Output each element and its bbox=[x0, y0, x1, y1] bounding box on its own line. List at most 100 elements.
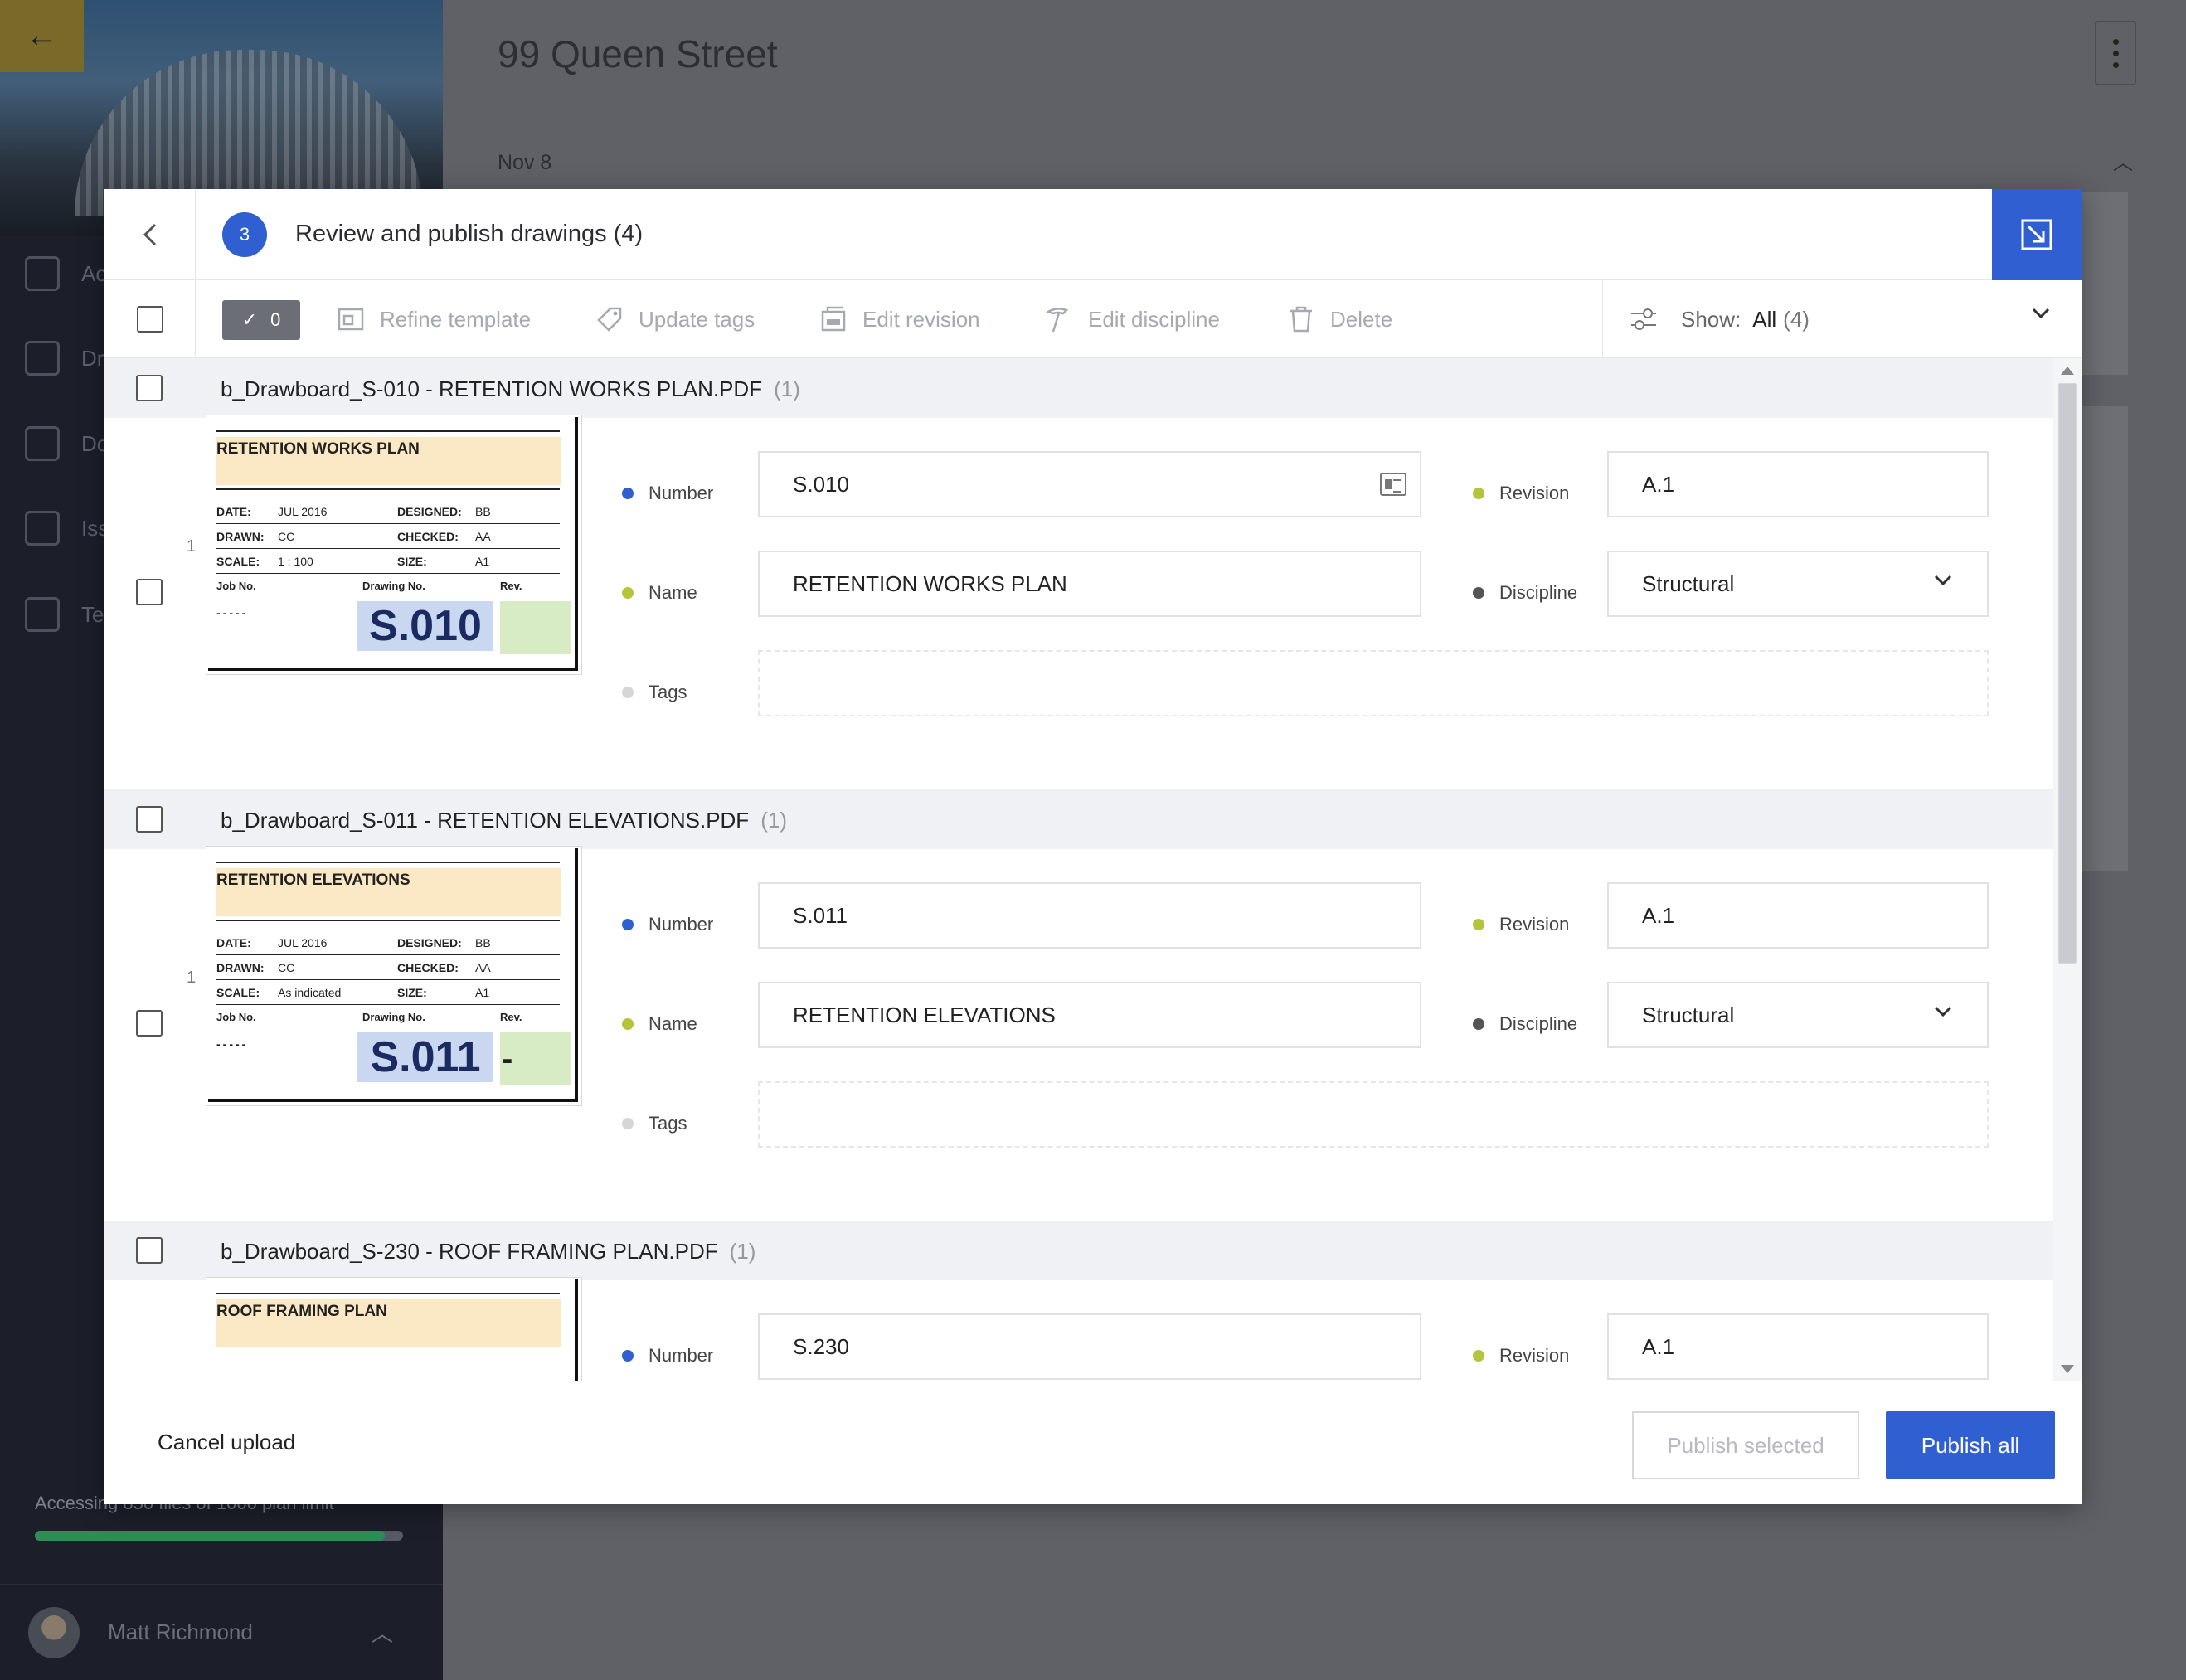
selected-count-badge: ✓ 0 bbox=[222, 300, 300, 340]
tags-dot bbox=[622, 687, 634, 698]
number-input[interactable]: S.230 bbox=[758, 1313, 1421, 1380]
scroll-down-icon[interactable] bbox=[2061, 1365, 2074, 1373]
update-tags-button[interactable]: Update tags bbox=[595, 280, 755, 358]
bulk-toolbar: ✓ 0 Refine template Update tags Edit revi… bbox=[104, 280, 2082, 358]
drawing-thumbnail[interactable]: RETENTION ELEVATIONS DATE: JUL 2016 DESI… bbox=[206, 846, 582, 1106]
revision-input[interactable]: A.1 bbox=[1607, 882, 1989, 949]
chevron-down-icon bbox=[2032, 308, 2050, 319]
check-icon: ✓ bbox=[241, 309, 258, 330]
drawings-icon bbox=[25, 341, 60, 376]
tags-input[interactable] bbox=[758, 1081, 1989, 1148]
tags-label: Tags bbox=[622, 682, 687, 703]
filter-icon bbox=[1631, 308, 1656, 330]
edit-discipline-button[interactable]: Edit discipline bbox=[1045, 280, 1220, 358]
sheet-row: 1 RETENTION ELEVATIONS DATE: JUL 2016 DE… bbox=[104, 846, 2053, 1221]
name-input[interactable]: RETENTION ELEVATIONS bbox=[758, 982, 1421, 1048]
file-name: b_Drawboard_S-230 - ROOF FRAMING PLAN.PD… bbox=[221, 1239, 756, 1264]
number-input[interactable]: S.011 bbox=[758, 882, 1421, 949]
number-input[interactable]: S.010 bbox=[758, 451, 1421, 517]
number-label: Number bbox=[622, 914, 713, 935]
name-label: Name bbox=[622, 1013, 697, 1035]
required-dot bbox=[622, 919, 634, 930]
back-arrow-icon[interactable]: ← bbox=[0, 0, 84, 72]
drawing-thumbnail[interactable]: RETENTION WORKS PLAN DATE: JUL 2016 DESI… bbox=[206, 415, 582, 675]
cancel-upload-button[interactable]: Cancel upload bbox=[158, 1430, 295, 1455]
file-header: b_Drawboard_S-011 - RETENTION ELEVATIONS… bbox=[104, 789, 2053, 849]
tag-icon bbox=[597, 307, 622, 332]
tags-input[interactable] bbox=[758, 650, 1989, 716]
optional-dot bbox=[1473, 919, 1484, 930]
drawing-thumbnail[interactable]: ROOF FRAMING PLAN bbox=[206, 1277, 582, 1381]
optional-dot bbox=[622, 587, 634, 599]
user-name: Matt Richmond bbox=[108, 1619, 253, 1644]
optional-dot bbox=[622, 1018, 634, 1030]
file-header: b_Drawboard_S-230 - ROOF FRAMING PLAN.PD… bbox=[104, 1221, 2053, 1280]
modal-title: Review and publish drawings (4) bbox=[295, 221, 644, 247]
sheet-index: 1 bbox=[187, 969, 197, 987]
revision-label: Revision bbox=[1473, 483, 1569, 504]
refine-template-button[interactable]: Refine template bbox=[337, 280, 531, 358]
optional-dot bbox=[1473, 1350, 1484, 1362]
sheet-checkbox[interactable] bbox=[136, 579, 163, 605]
discipline-label: Discipline bbox=[1473, 1013, 1577, 1035]
revision-input[interactable]: A.1 bbox=[1607, 451, 1989, 517]
sheet-row: 1 ROOF FRAMING PLAN Number S.230 Revisio… bbox=[104, 1277, 2053, 1381]
chevron-down-icon bbox=[1934, 1006, 1952, 1017]
plan-limit-bar bbox=[35, 1531, 403, 1541]
revision-label: Revision bbox=[1473, 914, 1569, 935]
name-label: Name bbox=[622, 582, 697, 604]
modal-footer: Cancel upload Publish selected Publish a… bbox=[104, 1381, 2082, 1504]
chevron-up-icon[interactable]: ︿ bbox=[2113, 146, 2133, 175]
sheet-index: 1 bbox=[187, 537, 197, 556]
scroll-up-icon[interactable] bbox=[2061, 367, 2074, 375]
sheet-row: 1 RETENTION WORKS PLAN DATE: JUL 2016 DE… bbox=[104, 415, 2053, 789]
page-title: 99 Queen Street bbox=[498, 32, 778, 75]
optional-dot bbox=[1473, 488, 1484, 499]
hammer-icon bbox=[1046, 308, 1069, 333]
publish-all-button[interactable]: Publish all bbox=[1886, 1411, 2055, 1479]
more-options-icon[interactable] bbox=[2095, 21, 2136, 85]
cone-icon bbox=[25, 511, 60, 546]
required-dot bbox=[622, 1350, 634, 1362]
chevron-down-icon bbox=[1934, 575, 1952, 586]
template-icon bbox=[338, 308, 364, 331]
discipline-select[interactable]: Structural bbox=[1607, 982, 1989, 1048]
number-label: Number bbox=[622, 483, 713, 504]
chevron-up-icon: ︿ bbox=[371, 1621, 393, 1646]
user-menu[interactable]: Matt Richmond ︿ bbox=[0, 1584, 443, 1680]
file-checkbox[interactable] bbox=[136, 1237, 163, 1264]
drawings-list[interactable]: b_Drawboard_S-010 - RETENTION WORKS PLAN… bbox=[104, 358, 2053, 1381]
revision-icon bbox=[821, 306, 846, 332]
minimize-icon[interactable] bbox=[1992, 189, 2082, 280]
delete-button[interactable]: Delete bbox=[1287, 280, 1392, 358]
select-all-checkbox[interactable] bbox=[136, 306, 163, 333]
tags-dot bbox=[622, 1118, 634, 1129]
sheet-checkbox[interactable] bbox=[136, 1010, 163, 1037]
discipline-label: Discipline bbox=[1473, 582, 1577, 604]
show-filter-dropdown[interactable]: Show: All (4) bbox=[1602, 280, 2082, 358]
id-card-icon[interactable] bbox=[1380, 473, 1406, 496]
chevron-left-icon[interactable] bbox=[104, 189, 196, 280]
tags-label: Tags bbox=[622, 1113, 687, 1134]
discipline-select[interactable]: Structural bbox=[1607, 551, 1989, 617]
file-name: b_Drawboard_S-011 - RETENTION ELEVATIONS… bbox=[221, 808, 787, 833]
name-input[interactable]: RETENTION WORKS PLAN bbox=[758, 551, 1421, 617]
file-name: b_Drawboard_S-010 - RETENTION WORKS PLAN… bbox=[221, 376, 800, 401]
discipline-dot bbox=[1473, 1018, 1484, 1030]
file-checkbox[interactable] bbox=[136, 806, 163, 833]
number-label: Number bbox=[622, 1345, 713, 1367]
scrollbar-thumb[interactable] bbox=[2058, 383, 2077, 964]
edit-revision-button[interactable]: Edit revision bbox=[819, 280, 980, 358]
step-badge: 3 bbox=[222, 212, 267, 257]
revision-label: Revision bbox=[1473, 1345, 1569, 1367]
discipline-dot bbox=[1473, 587, 1484, 599]
file-checkbox[interactable] bbox=[136, 375, 163, 401]
trash-icon bbox=[1290, 306, 1312, 333]
revision-input[interactable]: A.1 bbox=[1607, 1313, 1989, 1380]
date-group-label: Nov 8 bbox=[498, 151, 552, 174]
list-scrollbar[interactable] bbox=[2053, 358, 2082, 1381]
file-header: b_Drawboard_S-010 - RETENTION WORKS PLAN… bbox=[104, 358, 2053, 418]
publish-selected-button[interactable]: Publish selected bbox=[1632, 1411, 1859, 1479]
modal-header: 3 Review and publish drawings (4) bbox=[104, 189, 2082, 280]
review-publish-modal: 3 Review and publish drawings (4) ✓ 0 Ref… bbox=[104, 189, 2082, 1504]
